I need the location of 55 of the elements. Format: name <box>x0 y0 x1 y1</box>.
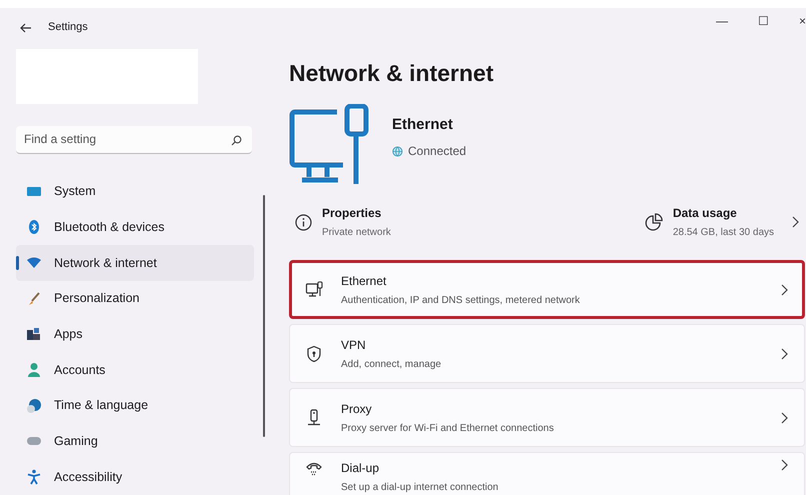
search-icon <box>231 134 242 146</box>
card-title: Ethernet <box>341 272 388 290</box>
sidebar-item[interactable]: Accessibility <box>16 459 254 495</box>
data-usage-link[interactable]: Data usage 28.54 GB, last 30 days <box>644 204 799 240</box>
page-title: Network & internet <box>289 59 494 88</box>
sidebar-item[interactable]: Time & language <box>16 388 254 424</box>
server-icon <box>305 409 323 426</box>
properties-title: Properties <box>322 205 382 222</box>
pie-chart-icon <box>644 213 663 231</box>
apps-icon <box>26 326 42 342</box>
data-usage-title: Data usage <box>672 205 738 222</box>
person-icon <box>26 362 42 378</box>
sidebar-item[interactable]: Accounts <box>16 352 254 388</box>
shield-icon <box>305 345 323 362</box>
properties-subtitle: Private network <box>322 226 391 240</box>
info-icon <box>295 214 312 230</box>
card-subtitle: Add, connect, manage <box>341 358 442 372</box>
chevron-right-icon <box>781 348 788 360</box>
search-field[interactable]: Find a setting <box>16 126 252 154</box>
sidebar-item[interactable]: Network & internet <box>16 245 254 281</box>
card-title: Proxy <box>341 400 373 418</box>
chevron-right-icon <box>792 216 799 228</box>
brush-icon <box>26 290 42 307</box>
settings-card[interactable]: Proxy Proxy server for Wi-Fi and Ethernet connections <box>289 388 805 447</box>
sidebar-item[interactable]: Gaming <box>16 424 254 460</box>
scrollbar[interactable] <box>263 195 265 437</box>
connection-name: Ethernet <box>392 114 454 135</box>
card-title: Dial-up <box>341 460 380 477</box>
close-button[interactable]: × <box>798 12 806 30</box>
settings-card[interactable]: Dial-up Set up a dial-up internet connection <box>289 452 805 495</box>
settings-card[interactable]: VPN Add, connect, manage <box>289 324 805 383</box>
accessibility-icon <box>26 469 42 486</box>
sidebar-item[interactable]: Personalization <box>16 280 254 317</box>
selection-indicator <box>16 256 19 270</box>
sidebar-item[interactable]: Apps <box>16 316 254 352</box>
window-title: Settings <box>48 20 88 36</box>
card-subtitle: Proxy server for Wi-Fi and Ethernet connections <box>341 422 555 436</box>
chevron-right-icon <box>781 284 788 296</box>
data-usage-subtitle: 28.54 GB, last 30 days <box>672 226 774 240</box>
maximize-button[interactable]: ☐ <box>758 12 769 30</box>
ethernet-computer-icon <box>305 281 323 298</box>
properties-link[interactable]: Properties Private network <box>289 204 391 240</box>
chevron-right-icon <box>781 459 788 471</box>
bluetooth-icon <box>26 219 42 236</box>
settings-card[interactable]: Ethernet Authentication, IP and DNS settings, metered network <box>289 260 805 319</box>
connection-status: Connected <box>408 143 466 160</box>
card-subtitle: Authentication, IP and DNS settings, metered network <box>341 294 581 308</box>
minimize-button[interactable]: — <box>716 12 728 30</box>
sidebar-item[interactable]: System <box>16 174 254 210</box>
card-title: VPN <box>341 336 367 354</box>
chevron-right-icon <box>781 412 788 424</box>
sidebar-item[interactable]: Bluetooth & devices <box>16 210 254 246</box>
card-subtitle: Set up a dial-up internet connection <box>341 481 500 495</box>
globe-icon <box>392 146 403 157</box>
back-arrow-icon[interactable] <box>20 22 32 33</box>
